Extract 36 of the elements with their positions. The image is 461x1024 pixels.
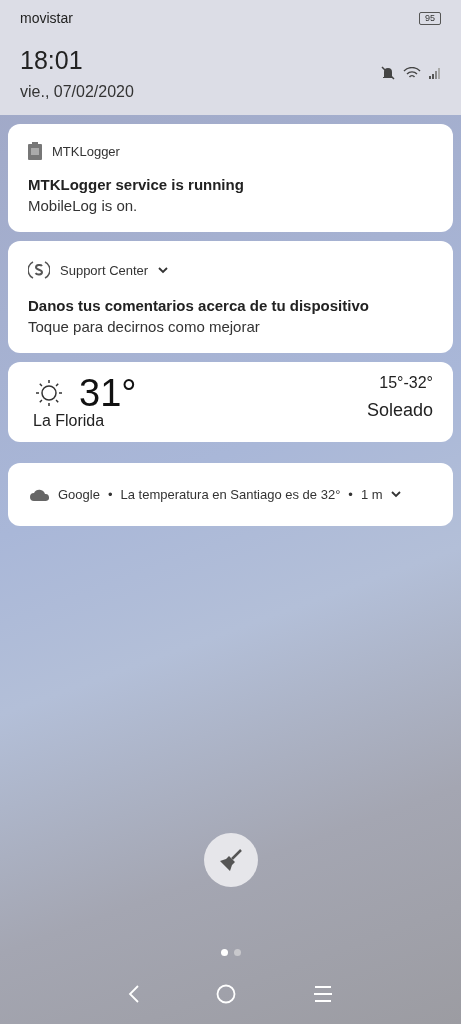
battery-indicator: 95 — [419, 11, 441, 25]
clear-all-button[interactable] — [203, 833, 258, 887]
separator-dot: • — [107, 487, 113, 502]
bell-off-icon — [381, 66, 395, 80]
app-name: Support Center — [60, 262, 149, 278]
app-name: Google — [58, 487, 100, 502]
notification-card[interactable]: MTKLogger MTKLogger service is running MobileLog is on. — [8, 124, 453, 232]
notification-time: 1 m — [360, 487, 383, 502]
clipboard-icon — [28, 142, 42, 160]
s-logo-icon — [28, 259, 50, 281]
notification-card[interactable]: Google • La temperatura en Santiago es de 32° • 1 m — [8, 463, 453, 526]
temperature-range: 15°-32° — [379, 374, 433, 392]
temperature: 31° — [79, 374, 137, 412]
sun-icon — [33, 377, 65, 409]
notification-card[interactable]: Support Center Danos tus comentarios acerca de tu dispositivo Toque para decirnos como mejorar — [8, 241, 453, 353]
signal-icon — [429, 67, 441, 79]
back-button[interactable] — [128, 984, 141, 1004]
carrier-name: movistar — [20, 10, 73, 26]
separator-dot: • — [348, 487, 353, 502]
location: La Florida — [33, 412, 105, 430]
notification-text: Toque para decirnos como mejorar — [28, 318, 261, 335]
date: vie., 07/02/2020 — [20, 83, 134, 101]
app-name: MTKLogger — [52, 143, 120, 159]
chevron-down-icon[interactable] — [390, 491, 401, 498]
notification-text: La temperatura en Santiago es de 32° — [120, 487, 341, 502]
weather-condition: Soleado — [366, 400, 433, 421]
notification-text: MobileLog is on. — [28, 197, 139, 214]
wifi-icon — [403, 66, 421, 80]
home-button[interactable] — [216, 984, 237, 1004]
menu-button[interactable] — [312, 985, 333, 1003]
clock-time: 18:01 — [20, 46, 83, 75]
notification-title: Danos tus comentarios acerca de tu dispositivo — [28, 297, 370, 314]
weather-card[interactable]: 31° La Florida 15°-32° Soleado — [8, 362, 453, 442]
cloud-icon — [30, 488, 50, 501]
chevron-down-icon[interactable] — [158, 266, 169, 274]
notification-title: MTKLogger service is running — [28, 176, 245, 193]
